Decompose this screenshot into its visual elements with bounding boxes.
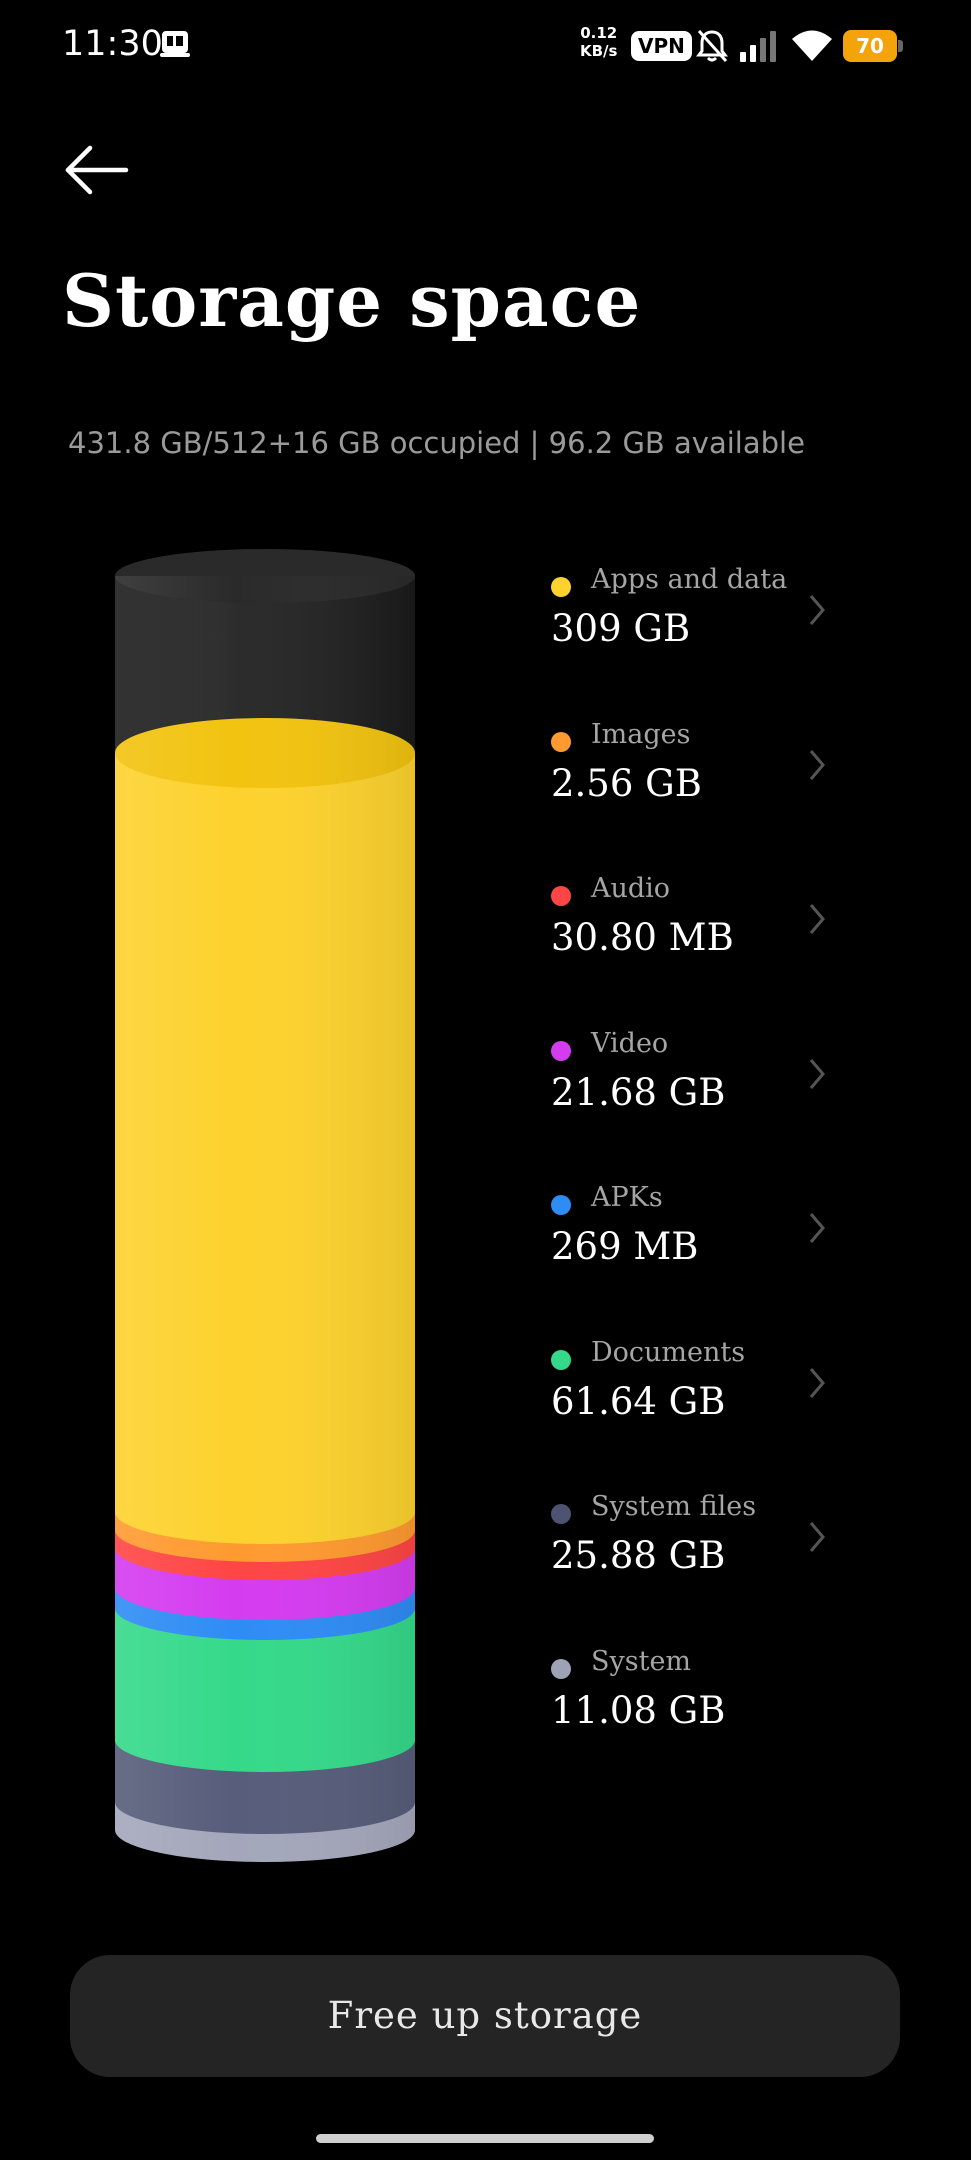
color-dot: [551, 1041, 571, 1061]
legend-value: 11.08 GB: [551, 1689, 726, 1732]
chevron-right-icon: [809, 1213, 825, 1243]
legend-item-images[interactable]: Images 2.56 GB: [540, 715, 840, 825]
network-speed-value: 0.12: [580, 24, 618, 42]
free-up-storage-label: Free up storage: [327, 1994, 643, 2037]
legend-item-apks[interactable]: APKs 269 MB: [540, 1178, 840, 1288]
notification-icon: [160, 31, 190, 57]
legend-value: 269 MB: [551, 1225, 699, 1268]
battery-icon: 70: [843, 30, 905, 62]
chevron-right-icon: [809, 904, 825, 934]
back-arrow-icon[interactable]: [62, 140, 132, 200]
legend-value: 30.80 MB: [551, 916, 734, 959]
legend-value: 309 GB: [551, 607, 691, 650]
chevron-right-icon: [809, 1522, 825, 1552]
legend-value: 21.68 GB: [551, 1071, 726, 1114]
status-time: 11:30: [62, 24, 163, 64]
home-indicator[interactable]: [316, 2134, 654, 2143]
color-dot: [551, 1350, 571, 1370]
chevron-right-icon: [809, 595, 825, 625]
legend-item-apps-and-data[interactable]: Apps and data 309 GB: [540, 560, 840, 670]
cylinder-shine: [115, 576, 415, 1862]
legend-label: Audio: [591, 873, 671, 904]
color-dot: [551, 732, 571, 752]
page-title: Storage space: [62, 258, 642, 343]
battery-tip: [898, 40, 903, 52]
legend-value: 61.64 GB: [551, 1380, 726, 1423]
chevron-right-icon: [809, 1059, 825, 1089]
legend-item-system-files[interactable]: System files 25.88 GB: [540, 1487, 840, 1597]
wifi-icon: [792, 30, 832, 61]
storage-cylinder-chart: [115, 549, 415, 1862]
legend-item-audio[interactable]: Audio 30.80 MB: [540, 869, 840, 979]
status-bar: 11:30 0.12 KB/s VPN 70: [0, 0, 971, 95]
legend-value: 2.56 GB: [551, 762, 702, 805]
vpn-badge: VPN: [631, 31, 692, 61]
legend-label: Images: [591, 719, 691, 750]
legend-item-documents[interactable]: Documents 61.64 GB: [540, 1333, 840, 1443]
muted-bell-icon: [696, 29, 728, 63]
cellular-signal-icon: [740, 31, 776, 62]
legend-label: Apps and data: [591, 564, 788, 595]
color-dot: [551, 886, 571, 906]
storage-summary: 431.8 GB/512+16 GB occupied | 96.2 GB av…: [68, 426, 805, 460]
color-dot: [551, 1195, 571, 1215]
legend-label: APKs: [591, 1182, 663, 1213]
legend-label: Documents: [591, 1337, 746, 1368]
chevron-right-icon: [809, 1368, 825, 1398]
network-speed-unit: KB/s: [580, 42, 618, 60]
network-speed: 0.12 KB/s: [580, 24, 617, 60]
color-dot: [551, 1659, 571, 1679]
battery-level: 70: [843, 30, 897, 62]
free-up-storage-button[interactable]: Free up storage: [70, 1955, 900, 2077]
legend-value: 25.88 GB: [551, 1534, 726, 1577]
legend-label: System files: [591, 1491, 757, 1522]
legend-item-system: System 11.08 GB: [540, 1642, 840, 1752]
chevron-right-icon: [809, 750, 825, 780]
color-dot: [551, 577, 571, 597]
legend-label: System: [591, 1646, 692, 1677]
legend-item-video[interactable]: Video 21.68 GB: [540, 1024, 840, 1134]
color-dot: [551, 1504, 571, 1524]
legend-label: Video: [591, 1028, 669, 1059]
